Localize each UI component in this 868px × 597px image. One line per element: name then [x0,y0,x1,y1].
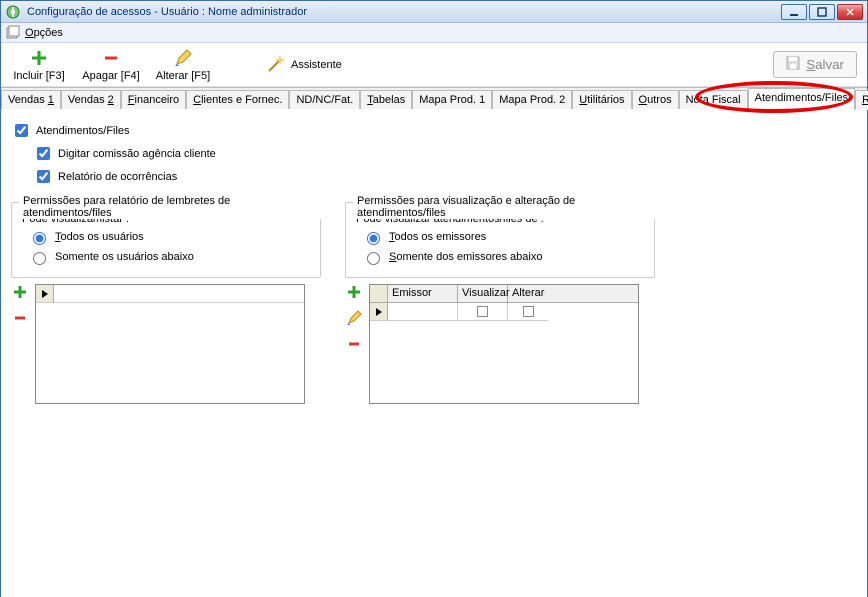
tab-vendas-2[interactable]: Vendas 2 [61,90,121,110]
incluir-button[interactable]: Incluir [F3] [9,48,69,82]
titlebar: Configuração de acessos - Usuário : Nome… [1,1,867,23]
toolbar: Incluir [F3] Apagar [F4] Alterar [F5] As… [1,43,867,87]
group-visualizacao-label: Permissões para visualização e alteração… [353,195,655,219]
check-relatorio[interactable]: Relatório de ocorrências [33,167,857,186]
cell-alterar-chk[interactable] [508,303,548,321]
users-grid[interactable] [35,284,305,404]
col-visualizar[interactable]: Visualizar [458,285,508,302]
tab-reemb[interactable]: Reemb. [855,90,868,110]
add-emissor-button[interactable] [346,284,362,300]
edit-emissor-button[interactable] [346,310,362,326]
menubar: Opções [1,23,867,43]
row-selector-icon [370,303,388,321]
minimize-button[interactable] [781,4,807,20]
group-lembretes-label: Permissões para relatório de lembretes d… [19,195,321,219]
alterar-button[interactable]: Alterar [F5] [153,48,213,82]
radio-todos-usuarios[interactable]: Todos os usuários [28,229,310,245]
minus-icon [101,48,121,68]
tab-notafiscal[interactable]: Nota Fiscal [679,90,748,110]
tab-mapa1[interactable]: Mapa Prod. 1 [412,90,492,110]
tab-mapa2[interactable]: Mapa Prod. 2 [492,90,572,110]
group-lembretes: Permissões para relatório de lembretes d… [11,202,321,404]
tab-utilitarios[interactable]: Utilitários [572,90,631,110]
tab-atendimentos[interactable]: Atendimentos/Files [748,88,856,110]
app-icon [5,4,21,20]
tab-vendas-1[interactable]: Vendas 1 [1,90,61,110]
remove-emissor-button[interactable] [346,336,362,352]
check-atendimentos[interactable]: Atendimentos/Files [11,121,857,140]
assistente-button[interactable]: Assistente [265,55,342,75]
app-window: Configuração de acessos - Usuário : Nome… [0,0,868,597]
cell-visualizar-chk[interactable] [458,303,508,321]
radio-somente-usuarios[interactable]: Somente os usuários abaixo [28,249,310,265]
tab-ndnc[interactable]: ND/NC/Fat. [289,90,360,110]
tab-financeiro[interactable]: Financeiro [121,90,186,110]
tabs-row: Vendas 1 Vendas 2 Financeiro Clientes e … [1,87,867,109]
remove-user-button[interactable] [12,310,28,326]
salvar-button[interactable]: SSalvaralvar [773,51,857,78]
menu-icon [5,25,21,41]
col-emissor[interactable]: Emissor [388,285,458,302]
group-visualizacao: Permissões para visualização e alteração… [345,202,655,404]
row-selector-icon [36,285,54,303]
plus-icon [29,48,49,68]
window-title: Configuração de acessos - Usuário : Nome… [27,6,781,18]
radio-todos-emissores[interactable]: Todos os emissores [362,229,644,245]
close-button[interactable] [837,4,863,20]
menu-options[interactable]: Opções [25,27,63,39]
radio-somente-emissores[interactable]: Somente dos emissores abaixo [362,249,644,265]
emissores-grid[interactable]: Emissor Visualizar Alterar [369,284,639,404]
check-comissao[interactable]: Digitar comissão agência cliente [33,144,857,163]
tab-tabelas[interactable]: Tabelas [360,90,412,110]
apagar-button[interactable]: Apagar [F4] [81,48,141,82]
tab-outros[interactable]: Outros [632,90,679,110]
check-relatorio-input[interactable] [37,170,50,183]
tab-clientes[interactable]: Clientes e Fornec. [186,90,289,110]
check-atendimentos-input[interactable] [15,124,28,137]
wand-icon [265,55,285,75]
col-alterar[interactable]: Alterar [508,285,548,302]
pencil-icon [173,48,193,68]
save-icon [786,56,800,73]
maximize-button[interactable] [809,4,835,20]
add-user-button[interactable] [12,284,28,300]
check-comissao-input[interactable] [37,147,50,160]
content-panel: Atendimentos/Files Digitar comissão agên… [1,109,867,597]
